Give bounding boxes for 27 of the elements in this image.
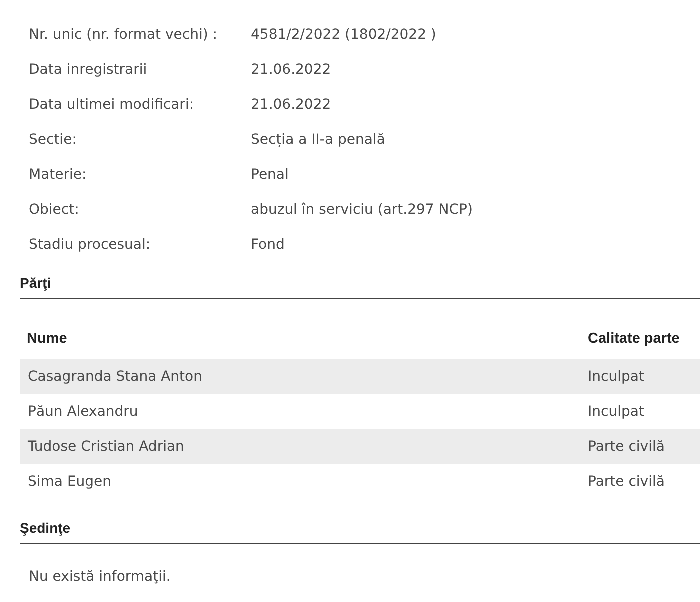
section-title: Părţi [20, 275, 52, 291]
field-value: Fond [251, 236, 285, 252]
empty-message: Nu există informaţii. [29, 569, 172, 585]
table-cell-text: Sima Eugen [27, 474, 113, 490]
table-cell: Parte civilă [588, 474, 665, 490]
table-cell-text: Tudose Cristian Adrian [27, 438, 186, 454]
field-label: Data inregistrarii [29, 62, 148, 78]
table-cell-text: Păun Alexandru [27, 404, 140, 420]
field-label: Materie: [29, 166, 88, 182]
field-label: Obiect: [29, 202, 80, 218]
field-value: 21.06.2022 [251, 96, 332, 112]
field-label: Nr. unic (nr. format vechi) : [29, 26, 218, 42]
table-cell: Inculpat [588, 404, 644, 420]
field-label: Stadiu procesual: [29, 236, 152, 252]
table-cell-text: Casagranda Stana Anton [27, 368, 204, 384]
field-value: Secția a II-a penală [251, 132, 386, 148]
field-value: 4581/2/2022 (1802/2022 ) [251, 26, 436, 42]
column-header: Nume [26, 331, 68, 347]
section-title: Şedinţe [20, 520, 71, 536]
field-label: Sectie: [29, 132, 78, 148]
field-value: 21.06.2022 [251, 62, 332, 78]
field-label: Data ultimei modificari: [29, 96, 196, 112]
table-cell: Parte civilă [588, 438, 665, 454]
field-value: abuzul în serviciu (art.297 NCP) [251, 202, 473, 218]
column-header: Calitate parte [588, 331, 680, 347]
field-value: Penal [251, 166, 289, 182]
table-cell: Inculpat [588, 368, 644, 384]
